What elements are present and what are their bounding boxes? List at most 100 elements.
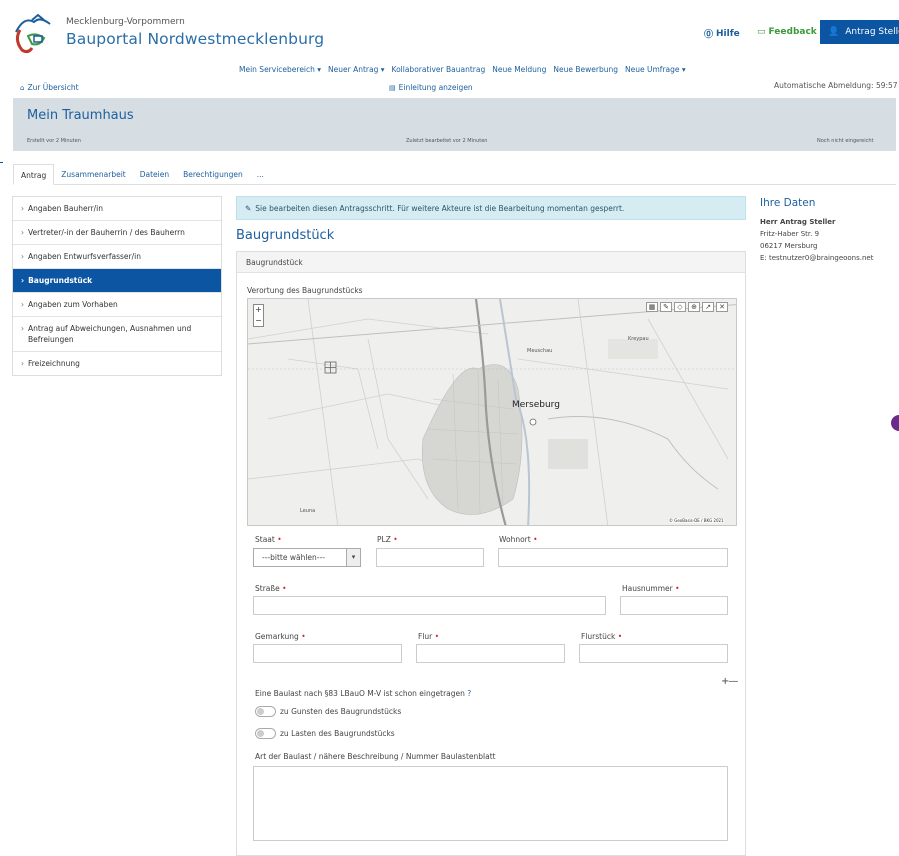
step-label: Baugrundstück bbox=[28, 276, 93, 285]
auto-logout-timer: Automatische Abmeldung: 59:57 bbox=[774, 81, 898, 90]
step-bauherr[interactable]: › Angaben Bauherr/in bbox=[13, 197, 221, 221]
nav-neuer-antrag[interactable]: Neuer Antrag ▾ bbox=[328, 65, 384, 74]
toggle-switch[interactable] bbox=[255, 706, 276, 717]
user-icon: 👤 bbox=[828, 27, 840, 37]
measure-icon[interactable]: ↗ bbox=[702, 302, 714, 312]
show-intro-link[interactable]: ▤ Einleitung anzeigen bbox=[389, 83, 473, 92]
edited-info: Zuletzt bearbeitet vor 2 Minuten bbox=[406, 138, 488, 144]
feedback-label: Feedback bbox=[768, 27, 817, 37]
step-label: Angaben Bauherr/in bbox=[28, 204, 104, 213]
step-vertreter[interactable]: › Vertreter/-in der Bauherrin / des Bauhe… bbox=[13, 221, 221, 245]
map-canvas bbox=[248, 299, 736, 525]
hausnummer-field[interactable] bbox=[620, 596, 728, 615]
top-navigation: Mein Servicebereich ▾ Neuer Antrag ▾ Kol… bbox=[239, 65, 686, 74]
logo-icon bbox=[15, 13, 51, 54]
toggle-zu-lasten: zu Lasten des Baugrundstücks bbox=[255, 728, 395, 739]
chat-icon: ▭ bbox=[757, 27, 766, 37]
user-menu-button[interactable]: 👤 Antrag Steller bbox=[820, 20, 899, 44]
chevron-right-icon: › bbox=[21, 204, 24, 213]
flur-label: Flur • bbox=[418, 632, 440, 641]
strasse-field[interactable] bbox=[253, 596, 606, 615]
zoom-in-button[interactable]: + bbox=[254, 305, 263, 316]
toggle-zu-gunsten: zu Gunsten des Baugrundstücks bbox=[255, 706, 401, 717]
chevron-right-icon: › bbox=[21, 324, 24, 333]
chevron-down-icon: ▾ bbox=[346, 549, 360, 566]
toggle-switch[interactable] bbox=[255, 728, 276, 739]
nav-servicebereich[interactable]: Mein Servicebereich ▾ bbox=[239, 65, 321, 74]
strasse-label: Straße • bbox=[255, 584, 287, 593]
user-email: E: testnutzer0@braingeoons.net bbox=[760, 254, 874, 262]
gemarkung-label: Gemarkung • bbox=[255, 632, 306, 641]
tab-berechtigungen[interactable]: Berechtigungen bbox=[176, 164, 250, 185]
step-baugrundstueck[interactable]: › Baugrundstück bbox=[13, 269, 221, 293]
layers-icon[interactable]: ▦ bbox=[646, 302, 658, 312]
step-label: Vertreter/-in der Bauherrin / des Bauher… bbox=[28, 228, 185, 237]
tab-more[interactable]: ... bbox=[250, 164, 271, 185]
map-place-label: Kreypau bbox=[628, 336, 649, 342]
step-navigation: › Angaben Bauherr/in › Vertreter/-in der B… bbox=[12, 196, 222, 376]
user-name: Herr Antrag Steller bbox=[760, 218, 836, 226]
step-abweichungen[interactable]: › Antrag auf Abweichungen, Ausnahmen und … bbox=[13, 317, 221, 352]
flur-field[interactable] bbox=[416, 644, 565, 663]
tab-dateien[interactable]: Dateien bbox=[133, 164, 176, 185]
step-label: Freizeichnung bbox=[28, 359, 80, 368]
tab-zusammenarbeit[interactable]: Zusammenarbeit bbox=[54, 164, 132, 185]
plz-label: PLZ • bbox=[377, 535, 398, 544]
help-label: Hilfe bbox=[716, 28, 740, 39]
chevron-right-icon: › bbox=[21, 228, 24, 237]
your-data-title: Ihre Daten bbox=[760, 197, 816, 209]
nav-neue-bewerbung[interactable]: Neue Bewerbung bbox=[553, 65, 618, 74]
staat-value: ---bitte wählen--- bbox=[262, 553, 325, 562]
art-baulast-textarea[interactable] bbox=[253, 766, 728, 841]
user-city: 06217 Mersburg bbox=[760, 242, 818, 250]
gemarkung-field[interactable] bbox=[253, 644, 402, 663]
help-icon: ⓪ bbox=[704, 30, 714, 40]
zoom-out-button[interactable]: − bbox=[254, 316, 263, 327]
project-title: Mein Traumhaus bbox=[27, 108, 134, 123]
map-place-label: Leuna bbox=[300, 508, 316, 514]
chevron-right-icon: › bbox=[21, 300, 24, 309]
wohnort-field[interactable] bbox=[498, 548, 728, 567]
document-icon: ▤ bbox=[389, 83, 396, 92]
back-to-overview-link[interactable]: ⌂ Zur Übersicht bbox=[20, 83, 79, 92]
crosshair-icon[interactable]: ⊕ bbox=[688, 302, 700, 312]
step-label: Angaben zum Vorhaben bbox=[28, 300, 118, 309]
wohnort-label: Wohnort • bbox=[499, 535, 538, 544]
staat-select[interactable]: ---bitte wählen--- ▾ bbox=[253, 548, 361, 567]
location-map[interactable] bbox=[247, 298, 737, 526]
step-freizeichnung[interactable]: › Freizeichnung bbox=[13, 352, 221, 375]
baulast-question: Eine Baulast nach §83 LBauO M-V ist scho… bbox=[255, 689, 472, 698]
chat-widget-icon[interactable] bbox=[891, 415, 899, 431]
polygon-icon[interactable]: ◇ bbox=[674, 302, 686, 312]
brand-title[interactable]: Bauportal Nordwestmecklenburg bbox=[66, 30, 324, 48]
help-link[interactable]: ⓪ Hilfe bbox=[704, 27, 740, 41]
edit-lock-alert: ✎ Sie bearbeiten diesen Antragsschritt. … bbox=[236, 196, 746, 220]
add-row-icon[interactable]: +— bbox=[721, 676, 738, 687]
step-entwurfsverfasser[interactable]: › Angaben Entwurfsverfasser/in bbox=[13, 245, 221, 269]
user-label: Antrag Steller bbox=[845, 27, 899, 37]
user-edit-icon: ✎ bbox=[245, 203, 252, 213]
panel-heading: Baugrundstück bbox=[237, 252, 745, 273]
toggle-label: zu Gunsten des Baugrundstücks bbox=[280, 707, 402, 716]
map-city-label: Merseburg bbox=[512, 400, 560, 410]
feedback-link[interactable]: ▭ Feedback bbox=[757, 27, 817, 37]
nav-neue-umfrage[interactable]: Neue Umfrage ▾ bbox=[625, 65, 686, 74]
nav-neue-meldung[interactable]: Neue Meldung bbox=[492, 65, 546, 74]
divider bbox=[0, 162, 3, 163]
nav-kollaborativ[interactable]: Kollaborativer Bauantrag bbox=[392, 65, 486, 74]
flurstueck-label: Flurstück • bbox=[581, 632, 623, 641]
staat-label: Staat • bbox=[255, 535, 282, 544]
trash-icon[interactable]: ✕ bbox=[716, 302, 728, 312]
step-vorhaben[interactable]: › Angaben zum Vorhaben bbox=[13, 293, 221, 317]
plz-field[interactable] bbox=[376, 548, 484, 567]
art-baulast-label: Art der Baulast / nähere Beschreibung / … bbox=[255, 752, 496, 761]
tab-bar: Antrag Zusammenarbeit Dateien Berechtigu… bbox=[13, 163, 896, 185]
map-place-label: Meuschau bbox=[527, 348, 553, 354]
flurstueck-field[interactable] bbox=[579, 644, 728, 663]
map-attribution: © GeoBasis-DE / BKG 2021 bbox=[669, 518, 724, 523]
pencil-icon[interactable]: ✎ bbox=[660, 302, 672, 312]
user-street: Fritz-Haber Str. 9 bbox=[760, 230, 820, 238]
step-label: Angaben Entwurfsverfasser/in bbox=[28, 252, 141, 261]
created-info: Erstellt vor 2 Minuten bbox=[27, 138, 81, 144]
tab-antrag[interactable]: Antrag bbox=[13, 163, 55, 185]
